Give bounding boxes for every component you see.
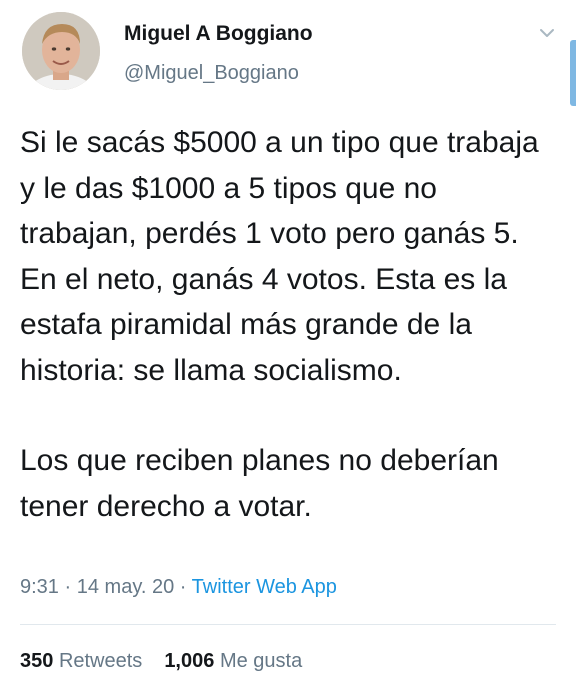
source-link[interactable]: Twitter Web App: [192, 576, 337, 598]
tweet-meta: 9:31 · 14 may. 20 · Twitter Web App: [20, 576, 337, 599]
retweets-label: Retweets: [58, 650, 143, 672]
retweets-stat[interactable]: 350 Retweets: [20, 650, 142, 672]
display-name[interactable]: Miguel A Boggiano: [124, 22, 313, 46]
user-handle[interactable]: @Miguel_Boggiano: [124, 62, 299, 85]
avatar-image: [22, 12, 100, 90]
separator: ·: [64, 576, 72, 598]
tweet-date[interactable]: 14 may. 20: [77, 576, 174, 598]
likes-count: 1,006: [164, 650, 215, 672]
tweet-card: Miguel A Boggiano @Miguel_Boggiano Si le…: [0, 0, 576, 680]
separator: ·: [179, 576, 187, 598]
avatar[interactable]: [22, 12, 100, 90]
chevron-down-icon[interactable]: [536, 22, 558, 44]
scrollbar[interactable]: [570, 40, 576, 106]
likes-stat[interactable]: 1,006 Me gusta: [164, 650, 302, 672]
tweet-text: Si le sacás $5000 a un tipo que trabaja …: [20, 120, 560, 529]
tweet-time[interactable]: 9:31: [20, 576, 59, 598]
likes-label: Me gusta: [219, 650, 303, 672]
tweet-stats: 350 Retweets 1,006 Me gusta: [20, 650, 302, 673]
retweets-count: 350: [20, 650, 54, 672]
tweet-paragraph: Si le sacás $5000 a un tipo que trabaja …: [20, 126, 539, 387]
divider: [20, 624, 556, 625]
tweet-paragraph: Los que reciben planes no deberían tener…: [20, 444, 499, 523]
